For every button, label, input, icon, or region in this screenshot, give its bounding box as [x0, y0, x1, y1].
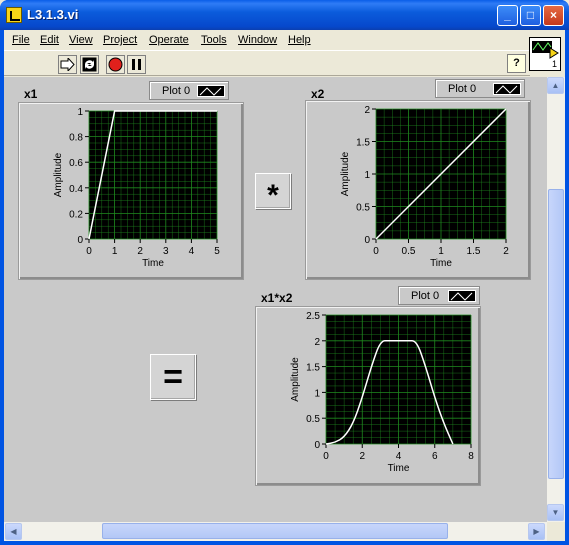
x-axis-label: Time — [430, 258, 452, 269]
stop-icon — [108, 57, 123, 72]
graph-x1[interactable]: 0 1 2 3 4 5 0 0.2 0.4 0.6 0.8 1 Time Amplitude — [18, 102, 244, 280]
y-tick-label: 2 — [314, 337, 320, 348]
menu-bar: File Edit View Project Operate Tools Win… — [4, 30, 565, 50]
equals-operator: = — [150, 354, 196, 400]
vi-icon-connector-pane[interactable]: 1 — [529, 37, 561, 71]
x-tick-label: 0 — [373, 246, 379, 257]
y-tick-label: 1 — [364, 170, 370, 181]
x-tick-label: 2 — [503, 246, 509, 257]
x-tick-label: 1 — [438, 246, 444, 257]
menu-file[interactable]: File — [12, 34, 30, 46]
pause-icon — [132, 59, 141, 70]
y-tick-label: 0.6 — [69, 158, 83, 169]
run-arrow-icon — [60, 58, 75, 71]
close-button[interactable]: × — [543, 5, 564, 26]
graph-vi-icon: 1 — [532, 41, 559, 69]
x-tick-label: 8 — [468, 451, 474, 462]
abort-execution-button[interactable] — [106, 55, 125, 74]
labview-vi-icon[interactable] — [6, 7, 22, 23]
y-tick-label: 2.5 — [306, 311, 320, 322]
x-tick-label: 0.5 — [402, 246, 416, 257]
y-tick-label: 1 — [314, 388, 320, 399]
legend-plot-name: Plot 0 — [411, 290, 440, 302]
vertical-scroll-thumb[interactable] — [548, 189, 564, 479]
plot-line-style-icon — [448, 290, 476, 302]
y-tick-label: 0.5 — [356, 203, 370, 214]
multiply-operator: * — [255, 173, 291, 212]
graph-product[interactable]: 0 2 4 6 8 0 0.5 1 1.5 2 2.5 Time Amplitude — [255, 306, 481, 486]
x-tick-label: 2 — [137, 246, 143, 257]
plot-line-style-icon — [197, 85, 225, 97]
x-axis-label: Time — [388, 463, 410, 474]
menu-window[interactable]: Window — [238, 34, 277, 46]
pause-button[interactable] — [127, 55, 146, 74]
x-tick-label: 3 — [163, 246, 169, 257]
y-axis-label: Amplitude — [290, 357, 301, 402]
scroll-up-button[interactable]: ▲ — [547, 77, 564, 94]
minimize-button[interactable]: _ — [497, 5, 518, 26]
y-axis-label: Amplitude — [340, 151, 351, 196]
x-tick-label: 1 — [112, 246, 118, 257]
maximize-button[interactable]: □ — [520, 5, 541, 26]
horizontal-scrollbar[interactable]: ◀ ▶ — [4, 522, 547, 541]
y-tick-label: 0.4 — [69, 184, 83, 195]
context-help-button[interactable]: ? — [507, 54, 526, 73]
y-tick-label: 0.5 — [306, 414, 320, 425]
graph-product-label: x1*x2 — [261, 291, 293, 305]
x-tick-label: 2 — [359, 451, 365, 462]
window: L3.1.3.vi _ □ × File Edit View Project O… — [0, 0, 569, 545]
x-tick-label: 6 — [432, 451, 438, 462]
legend-plot-name: Plot 0 — [162, 85, 191, 97]
scroll-left-button[interactable]: ◀ — [5, 523, 22, 540]
x-tick-label: 4 — [189, 246, 195, 257]
horizontal-scroll-thumb[interactable] — [102, 523, 448, 539]
x-tick-label: 1.5 — [467, 246, 481, 257]
y-tick-label: 2 — [364, 105, 370, 116]
graph-x2-label: x2 — [311, 87, 325, 101]
scroll-down-button[interactable]: ▼ — [547, 504, 564, 521]
menu-project[interactable]: Project — [103, 34, 137, 46]
graph-x2[interactable]: 0 0.5 1 1.5 2 0 0.5 1 1.5 2 Time Amplitude — [305, 100, 531, 280]
menu-help[interactable]: Help — [288, 34, 311, 46]
y-tick-label: 0 — [364, 235, 370, 246]
front-panel: x1 Plot 0 0 1 2 3 4 5 0 0.2 0.4 0.6 0.8 1 Time Amplit… — [4, 77, 547, 522]
graph-x2-plot: 0 0.5 1 1.5 2 0 0.5 1 1.5 2 Time Amplitude — [340, 105, 509, 269]
run-continuously-icon — [82, 57, 97, 72]
vertical-scrollbar[interactable]: ▲ ▼ — [547, 77, 565, 522]
toolbar — [4, 50, 530, 76]
run-button[interactable] — [58, 55, 77, 74]
graph-x1-label: x1 — [24, 87, 38, 101]
scroll-right-button[interactable]: ▶ — [528, 523, 545, 540]
run-continuously-button[interactable] — [80, 55, 99, 74]
legend-plot-name: Plot 0 — [448, 83, 477, 95]
menu-edit[interactable]: Edit — [40, 34, 59, 46]
y-tick-label: 1 — [77, 107, 83, 118]
x-tick-label: 0 — [86, 246, 92, 257]
x-tick-label: 0 — [323, 451, 329, 462]
y-tick-label: 0 — [314, 440, 320, 451]
x-tick-label: 4 — [396, 451, 402, 462]
y-tick-label: 0.8 — [69, 133, 83, 144]
title-bar[interactable]: L3.1.3.vi _ □ × — [0, 0, 569, 30]
graph-product-plot: 0 2 4 6 8 0 0.5 1 1.5 2 2.5 Time Amplitude — [290, 311, 474, 474]
menu-view[interactable]: View — [69, 34, 93, 46]
graph-x2-legend[interactable]: Plot 0 — [435, 79, 525, 98]
connector-number: 1 — [552, 59, 557, 69]
y-tick-label: 0 — [77, 235, 83, 246]
menu-operate[interactable]: Operate — [149, 34, 189, 46]
graph-product-legend[interactable]: Plot 0 — [398, 286, 480, 305]
plot-line-style-icon — [493, 83, 521, 95]
graph-x1-legend[interactable]: Plot 0 — [149, 81, 229, 100]
menu-tools[interactable]: Tools — [201, 34, 227, 46]
y-tick-label: 1.5 — [356, 138, 370, 149]
window-title: L3.1.3.vi — [27, 7, 79, 22]
y-tick-label: 0.2 — [69, 209, 83, 220]
x-axis-label: Time — [142, 258, 164, 269]
x-tick-label: 5 — [214, 246, 220, 257]
y-axis-label: Amplitude — [53, 152, 64, 197]
y-tick-label: 1.5 — [306, 363, 320, 374]
front-panel-window: File Edit View Project Operate Tools Win… — [4, 30, 565, 541]
graph-x1-plot: 0 1 2 3 4 5 0 0.2 0.4 0.6 0.8 1 Time Amplitude — [53, 107, 220, 269]
